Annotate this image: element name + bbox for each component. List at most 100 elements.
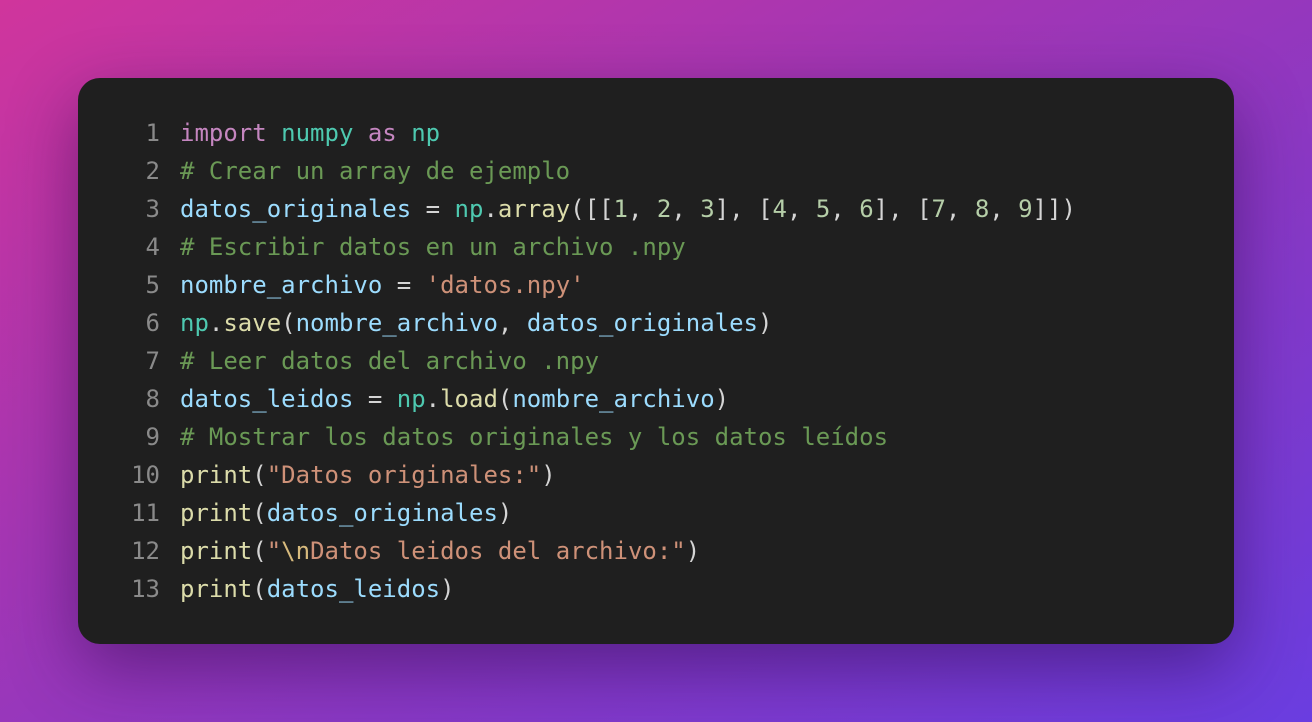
code-token: 8 — [974, 195, 990, 223]
code-token: , — [671, 195, 701, 223]
line-source: print(datos_leidos) — [180, 570, 455, 608]
line-number: 13 — [131, 575, 160, 603]
code-token: "Datos originales:" — [266, 461, 542, 489]
code-token: Datos leidos del archivo:" — [310, 537, 686, 565]
code-token: 1 — [613, 195, 628, 223]
line-number: 12 — [131, 537, 160, 565]
code-token: array — [497, 195, 571, 223]
code-token: = — [411, 195, 455, 223]
line-number: 7 — [145, 347, 160, 375]
code-token: ([[ — [570, 195, 614, 223]
code-token: 'datos.npy' — [425, 271, 585, 299]
line-source: print("\nDatos leidos del archivo:") — [180, 532, 700, 570]
code-token: 7 — [931, 195, 946, 223]
code-line: 1 import numpy as np — [78, 114, 1234, 152]
line-number: 8 — [145, 385, 160, 413]
code-line: 8 datos_leidos = np.load(nombre_archivo) — [78, 380, 1234, 418]
code-token: = — [353, 385, 397, 413]
line-source: # Mostrar los datos originales y los dat… — [180, 418, 888, 456]
code-token: 5 — [815, 195, 831, 223]
code-token: ( — [252, 537, 267, 565]
code-window: 1 import numpy as np 2 # Crear un array de … — [78, 78, 1234, 644]
line-source: print(datos_originales) — [180, 494, 512, 532]
code-token: save — [223, 309, 282, 337]
code-token: nombre_archivo — [295, 309, 498, 337]
code-token: , — [786, 195, 816, 223]
code-token: . — [483, 195, 498, 223]
code-token: ) — [685, 537, 701, 565]
line-number: 3 — [145, 195, 160, 223]
line-source: nombre_archivo = 'datos.npy' — [180, 266, 585, 304]
line-number: 9 — [145, 423, 160, 451]
code-token: , — [945, 195, 975, 223]
code-token: np — [411, 119, 441, 147]
code-token: nombre_archivo — [512, 385, 715, 413]
code-token: . — [208, 309, 224, 337]
code-line: 7 # Leer datos del archivo .npy — [78, 342, 1234, 380]
code-token: 2 — [656, 195, 672, 223]
code-token: , — [830, 195, 860, 223]
code-token: print — [180, 537, 253, 565]
code-token: , — [627, 195, 657, 223]
line-number: 2 — [145, 157, 160, 185]
code-token: , — [989, 195, 1019, 223]
code-token: 3 — [700, 195, 715, 223]
code-token: load — [440, 385, 498, 413]
code-block[interactable]: 1 import numpy as np 2 # Crear un array de … — [78, 114, 1234, 608]
code-token: , — [497, 309, 527, 337]
line-number: 1 — [145, 119, 160, 147]
code-line: 3 datos_originales = np.array([[1, 2, 3],… — [78, 190, 1234, 228]
line-number: 6 — [145, 309, 160, 337]
code-token: = — [382, 271, 426, 299]
code-token: " — [266, 537, 282, 565]
code-line: 6 np.save(nombre_archivo, datos_originale… — [78, 304, 1234, 342]
code-token: print — [180, 461, 253, 489]
code-token: ( — [497, 385, 513, 413]
code-token: as — [367, 119, 397, 147]
line-source: # Escribir datos en un archivo .npy — [180, 228, 686, 266]
code-line: 5 nombre_archivo = 'datos.npy' — [78, 266, 1234, 304]
code-line: 4 # Escribir datos en un archivo .npy — [78, 228, 1234, 266]
code-token: numpy — [281, 119, 354, 147]
code-line: 2 # Crear un array de ejemplo — [78, 152, 1234, 190]
code-token: ) — [758, 309, 773, 337]
line-source: datos_originales = np.array([[1, 2, 3], … — [180, 190, 1076, 228]
code-token: print — [180, 499, 253, 527]
code-line: 12 print("\nDatos leidos del archivo:") — [78, 532, 1234, 570]
code-token: # Leer datos del archivo .npy — [180, 347, 600, 375]
code-token: ) — [541, 461, 556, 489]
code-token: ( — [252, 499, 267, 527]
code-token: # Escribir datos en un archivo .npy — [180, 233, 686, 261]
line-source: # Crear un array de ejemplo — [180, 152, 570, 190]
line-source: np.save(nombre_archivo, datos_originales… — [180, 304, 772, 342]
code-token: nombre_archivo — [180, 271, 383, 299]
code-line: 11 print(datos_originales) — [78, 494, 1234, 532]
line-number: 11 — [131, 499, 160, 527]
code-token: np — [396, 385, 426, 413]
code-token: 4 — [772, 195, 787, 223]
code-token: ( — [281, 309, 296, 337]
code-token: datos_leidos — [266, 575, 441, 603]
code-token: ) — [714, 385, 730, 413]
code-line: 9 # Mostrar los datos originales y los da… — [78, 418, 1234, 456]
code-token: ( — [252, 575, 267, 603]
line-source: import numpy as np — [180, 114, 440, 152]
code-token: ], [ — [714, 195, 773, 223]
code-token: datos_originales — [180, 195, 412, 223]
code-token: ]]) — [1032, 195, 1076, 223]
code-line: 10 print("Datos originales:") — [78, 456, 1234, 494]
line-number: 4 — [145, 233, 160, 261]
code-token: . — [425, 385, 441, 413]
code-line: 13 print(datos_leidos) — [78, 570, 1234, 608]
code-token: # Mostrar los datos originales y los dat… — [180, 423, 889, 451]
code-token: import — [180, 119, 267, 147]
code-token: np — [180, 309, 209, 337]
code-token: 6 — [859, 195, 874, 223]
line-number: 10 — [131, 461, 160, 489]
code-token: 9 — [1018, 195, 1033, 223]
line-source: print("Datos originales:") — [180, 456, 556, 494]
code-token: ) — [440, 575, 455, 603]
